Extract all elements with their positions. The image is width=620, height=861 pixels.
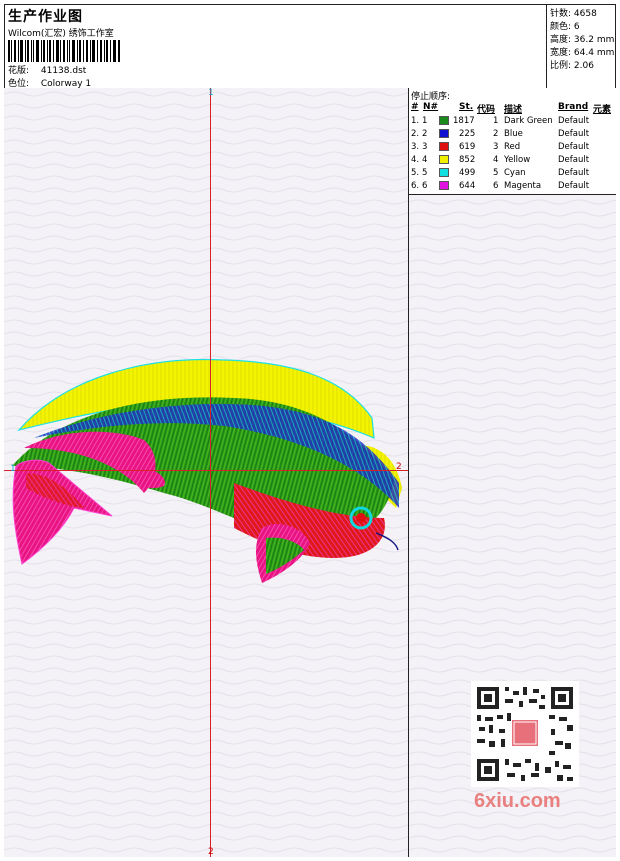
company-name: Wilcom(汇宏) 绣饰工作室 (8, 29, 114, 39)
stat-height-label: 高度: (550, 35, 572, 45)
table-row: 2. 2 225 2 Blue Default (409, 128, 616, 141)
row-idx: 3. (411, 142, 420, 152)
header: 生产作业图 Wilcom(汇宏) 绣饰工作室 花版: 41138.dst 色位:… (4, 4, 546, 89)
stat-stitches: 针数: 4658 (550, 6, 597, 19)
stat-height-value: 36.2 mm (573, 35, 615, 45)
row-code: 6 (493, 181, 499, 191)
stat-stitches-value: 4658 (573, 9, 597, 19)
row-brand: Default (558, 129, 590, 139)
table-row: 3. 3 619 3 Red Default (409, 141, 616, 154)
axis-label-right: 2 (396, 462, 402, 472)
row-brand: Default (558, 168, 590, 178)
col-header-idx: # (411, 102, 419, 112)
row-stitches: 1817 (453, 116, 475, 126)
row-idx: 5. (411, 168, 420, 178)
row-brand: Default (558, 181, 590, 191)
row-idx: 6. (411, 181, 420, 191)
row-stitches: 499 (459, 168, 476, 178)
col-header-st: St. (459, 102, 474, 112)
stat-width: 宽度: 64.4 mm (550, 45, 614, 58)
row-desc: Yellow (504, 155, 531, 165)
row-stitches: 619 (459, 142, 476, 152)
stop-sequence-panel: 停止顺序: # N# St. 代码 描述 Brand 元素 1. 1 1817 … (409, 88, 616, 195)
row-code: 2 (493, 129, 499, 139)
stat-scale-label: 比例: (550, 61, 572, 71)
row-no: 4 (422, 155, 428, 165)
row-idx: 4. (411, 155, 420, 165)
color-swatch (439, 142, 449, 151)
row-code: 3 (493, 142, 499, 152)
color-swatch (439, 116, 449, 125)
row-no: 6 (422, 181, 428, 191)
row-desc: Red (504, 142, 521, 152)
barcode (8, 40, 120, 62)
table-row: 4. 4 852 4 Yellow Default (409, 154, 616, 167)
col-header-no: N# (423, 102, 439, 112)
color-swatch (439, 155, 449, 164)
stop-sequence-title: 停止顺序: (411, 92, 451, 102)
row-desc: Blue (504, 129, 523, 139)
row-desc: Dark Green (504, 116, 553, 126)
stat-stitches-label: 针数: (550, 9, 572, 19)
color-swatch (439, 168, 449, 177)
row-brand: Default (558, 142, 590, 152)
axis-label-top: 1 (208, 88, 214, 98)
table-row: 1. 1 1817 1 Dark Green Default (409, 115, 616, 128)
row-no: 1 (422, 116, 428, 126)
stat-colors: 颜色: 6 (550, 19, 580, 32)
col-header-desc: 描述 (504, 105, 523, 115)
axis-label-left: 1 (10, 464, 16, 474)
col-header-elem: 元素 (593, 105, 612, 115)
row-code: 5 (493, 168, 499, 178)
row-stitches: 644 (459, 181, 476, 191)
row-code: 4 (493, 155, 499, 165)
row-code: 1 (493, 116, 499, 126)
row-brand: Default (558, 116, 590, 126)
stat-scale: 比例: 2.06 (550, 58, 594, 71)
row-idx: 1. (411, 116, 420, 126)
row-desc: Cyan (504, 168, 526, 178)
row-stitches: 852 (459, 155, 476, 165)
page-title: 生产作业图 (8, 9, 83, 25)
stat-colors-value: 6 (573, 22, 580, 32)
file-value: 41138.dst (40, 66, 87, 76)
stat-width-value: 64.4 mm (573, 48, 615, 58)
stat-width-label: 宽度: (550, 48, 572, 58)
color-swatch (439, 129, 449, 138)
axis-horizontal (4, 470, 408, 471)
axis-label-bottom: 2 (208, 847, 214, 857)
color-swatch (439, 181, 449, 190)
table-row: 5. 5 499 5 Cyan Default (409, 167, 616, 180)
row-no: 3 (422, 142, 428, 152)
design-preview: 1 1 2 2 (4, 88, 409, 857)
stats-panel: 针数: 4658 颜色: 6 高度: 36.2 mm 宽度: 64.4 mm 比… (546, 4, 617, 88)
table-row: 6. 6 644 6 Magenta Default (409, 180, 616, 193)
row-brand: Default (558, 155, 590, 165)
fish-embroidery (12, 358, 402, 583)
row-stitches: 225 (459, 129, 476, 139)
stat-height: 高度: 36.2 mm (550, 32, 614, 45)
file-line: 花版: 41138.dst (8, 63, 86, 76)
stat-scale-value: 2.06 (573, 61, 594, 71)
site-logo: 6xiu.com (474, 790, 561, 812)
stat-colors-label: 颜色: (550, 22, 572, 32)
file-label: 花版: (8, 66, 30, 76)
row-desc: Magenta (504, 181, 542, 191)
qr-code (471, 681, 579, 787)
row-idx: 2. (411, 129, 420, 139)
col-header-code: 代码 (477, 105, 496, 115)
row-no: 5 (422, 168, 428, 178)
axis-vertical (210, 88, 211, 857)
col-header-brand: Brand (558, 102, 589, 112)
row-no: 2 (422, 129, 428, 139)
qr-code-graphic (471, 681, 579, 787)
